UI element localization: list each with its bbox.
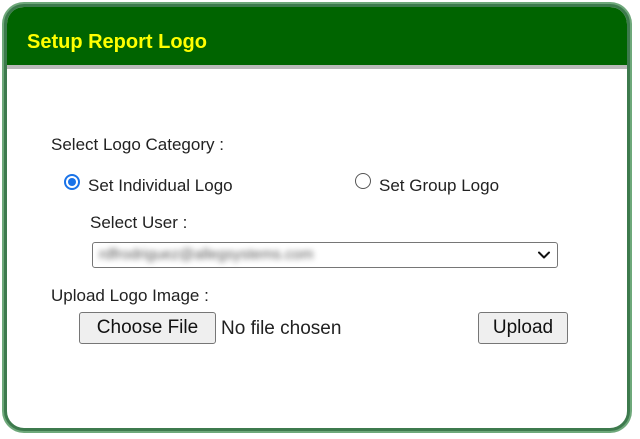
setup-report-logo-dialog: Setup Report Logo Select Logo Category :… — [4, 4, 630, 431]
choose-file-button[interactable]: Choose File — [79, 312, 216, 344]
radio-group-logo-label[interactable]: Set Group Logo — [379, 176, 499, 196]
select-user-dropdown[interactable]: rdfrodriguez@allegsystems.com — [92, 242, 558, 268]
file-status-text: No file chosen — [221, 318, 342, 339]
chevron-down-icon — [538, 251, 550, 259]
select-user-value: rdfrodriguez@allegsystems.com — [99, 246, 314, 263]
radio-individual-logo-label[interactable]: Set Individual Logo — [88, 176, 233, 196]
upload-logo-label: Upload Logo Image : — [51, 286, 209, 305]
dialog-header: Setup Report Logo — [7, 7, 627, 69]
dialog-title: Setup Report Logo — [27, 31, 207, 53]
upload-button[interactable]: Upload — [478, 312, 568, 344]
logo-category-label: Select Logo Category : — [51, 135, 224, 154]
radio-group-logo[interactable] — [355, 173, 371, 189]
radio-individual-logo[interactable] — [64, 174, 80, 190]
select-user-label: Select User : — [90, 213, 188, 232]
